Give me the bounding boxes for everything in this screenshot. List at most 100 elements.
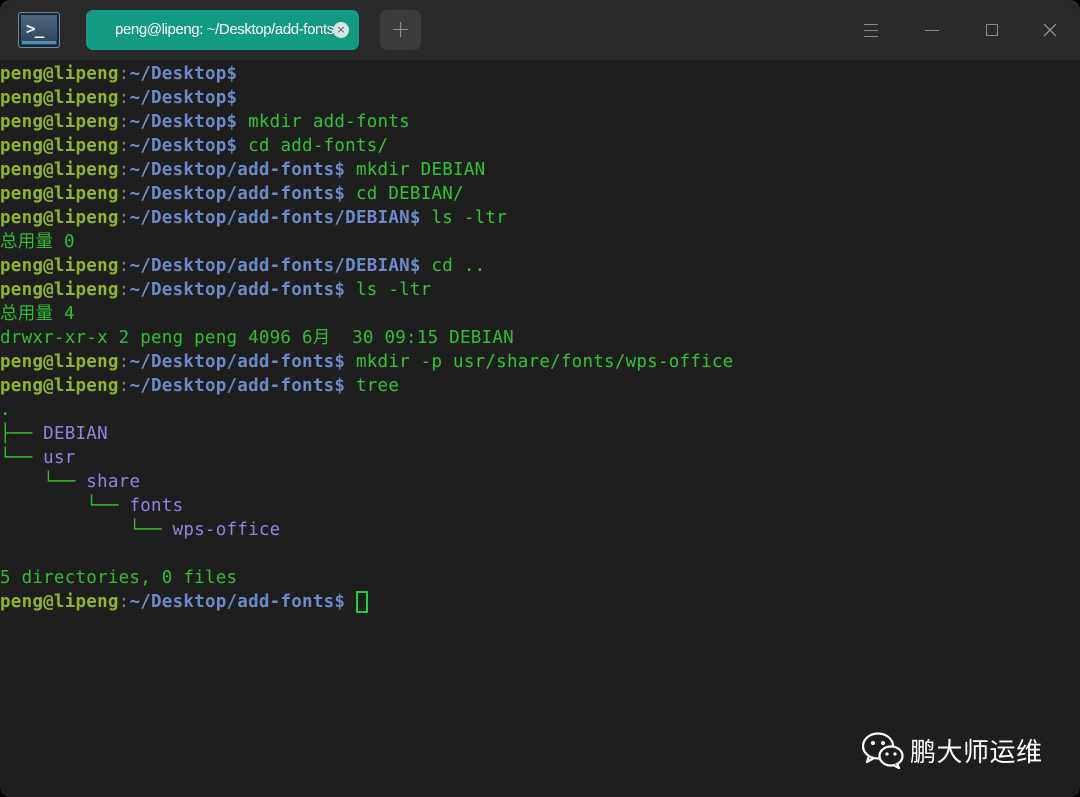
watermark: 鹏大师运维 <box>862 728 1043 772</box>
prompt-user: peng@lipeng <box>0 112 119 132</box>
output-line: 总用量 0 <box>0 230 1080 254</box>
tree-directory: usr <box>43 448 76 468</box>
prompt-user: peng@lipeng <box>0 136 119 156</box>
terminal-lines: peng@lipeng:~/Desktop$ peng@lipeng:~/Desk… <box>0 62 1080 398</box>
tree-directory: share <box>86 472 141 492</box>
title-bar: >_ peng@lipeng: ~/Desktop/add-fonts × + <box>0 0 1080 60</box>
prompt-path: ~/Desktop$ <box>129 136 238 156</box>
tree-line: . <box>0 398 1080 422</box>
prompt-separator: : <box>118 112 130 132</box>
prompt-user: peng@lipeng <box>0 184 119 204</box>
prompt-user: peng@lipeng <box>0 256 119 276</box>
prompt-path: ~/Desktop$ <box>129 64 238 84</box>
command-text: cd add-fonts/ <box>237 136 389 156</box>
tree-branch: └── <box>0 520 173 540</box>
wechat-icon <box>862 732 904 769</box>
tree-line: ├── DEBIAN <box>0 422 1080 446</box>
terminal-output[interactable]: peng@lipeng:~/Desktop$ peng@lipeng:~/Desk… <box>0 62 1080 797</box>
prompt-separator: : <box>118 256 130 276</box>
prompt-user: peng@lipeng <box>0 160 119 180</box>
minimize-icon[interactable] <box>917 15 947 45</box>
tree-directory: fonts <box>129 496 184 516</box>
prompt-path: ~/Desktop/add-fonts$ <box>129 376 346 396</box>
maximize-icon[interactable] <box>977 15 1007 45</box>
command-text: mkdir -p usr/share/fonts/wps-office <box>345 352 734 372</box>
output-line: 总用量 4 <box>0 302 1080 326</box>
prompt-line: peng@lipeng:~/Desktop/add-fonts$ ls -ltr <box>0 278 1080 302</box>
tree-branch: └── <box>0 472 87 492</box>
prompt-separator: : <box>118 64 130 84</box>
tree-line: └── fonts <box>0 494 1080 518</box>
prompt-path: ~/Desktop/add-fonts/DEBIAN$ <box>129 256 421 276</box>
prompt-line: peng@lipeng:~/Desktop$ <box>0 62 1080 86</box>
prompt-path: ~/Desktop/add-fonts$ <box>129 592 346 612</box>
prompt-line: peng@lipeng:~/Desktop/add-fonts/DEBIAN$ … <box>0 206 1080 230</box>
final-prompt: peng@lipeng:~/Desktop/add-fonts$ <box>0 590 1080 614</box>
prompt-line: peng@lipeng:~/Desktop/add-fonts$ mkdir -… <box>0 350 1080 374</box>
tab-close-icon[interactable]: × <box>333 22 349 38</box>
prompt-line: peng@lipeng:~/Desktop$ cd add-fonts/ <box>0 134 1080 158</box>
prompt-path: ~/Desktop$ <box>129 88 238 108</box>
prompt-separator: : <box>118 280 130 300</box>
command-text: cd DEBIAN/ <box>345 184 464 204</box>
watermark-text: 鹏大师运维 <box>910 737 1043 768</box>
tree-directory: wps-office <box>172 520 281 540</box>
command-output: drwxr-xr-x 2 peng peng 4096 6月 30 09:15 … <box>0 328 514 348</box>
tree-summary: 5 directories, 0 files <box>0 568 238 588</box>
prompt-user: peng@lipeng <box>0 88 119 108</box>
command-text: ls -ltr <box>420 208 507 228</box>
tree-branch: . <box>0 400 11 420</box>
command-output: 总用量 0 <box>0 232 75 252</box>
prompt-separator: : <box>118 592 130 612</box>
prompt-separator: : <box>118 136 130 156</box>
prompt-path: ~/Desktop/add-fonts/DEBIAN$ <box>129 208 421 228</box>
prompt-line: peng@lipeng:~/Desktop/add-fonts$ mkdir D… <box>0 158 1080 182</box>
command-text: tree <box>345 376 400 396</box>
tab-title: peng@lipeng: ~/Desktop/add-fonts <box>115 21 334 38</box>
prompt-user: peng@lipeng <box>0 376 119 396</box>
prompt-separator: : <box>118 352 130 372</box>
command-text: mkdir DEBIAN <box>345 160 486 180</box>
output-line: drwxr-xr-x 2 peng peng 4096 6月 30 09:15 … <box>0 326 1080 350</box>
tree-line: └── usr <box>0 446 1080 470</box>
prompt-path: ~/Desktop$ <box>129 112 238 132</box>
command-text: cd .. <box>420 256 486 276</box>
command-text: mkdir add-fonts <box>237 112 410 132</box>
menu-icon[interactable] <box>856 15 886 45</box>
prompt-path: ~/Desktop/add-fonts$ <box>129 184 346 204</box>
close-icon[interactable] <box>1035 15 1065 45</box>
command-text: ls -ltr <box>345 280 432 300</box>
prompt-line: peng@lipeng:~/Desktop/add-fonts$ cd DEBI… <box>0 182 1080 206</box>
prompt-user: peng@lipeng <box>0 592 119 612</box>
prompt-line: peng@lipeng:~/Desktop/add-fonts/DEBIAN$ … <box>0 254 1080 278</box>
prompt-line: peng@lipeng:~/Desktop$ <box>0 86 1080 110</box>
prompt-user: peng@lipeng <box>0 208 119 228</box>
terminal-app-icon: >_ <box>18 12 60 48</box>
prompt-user: peng@lipeng <box>0 64 119 84</box>
tree-branch: └── <box>0 448 44 468</box>
prompt-line: peng@lipeng:~/Desktop/add-fonts$ tree <box>0 374 1080 398</box>
new-tab-button[interactable]: + <box>380 10 421 50</box>
prompt-separator: : <box>118 160 130 180</box>
prompt-separator: : <box>118 208 130 228</box>
tree-directory: DEBIAN <box>43 424 108 444</box>
tree-line: └── share <box>0 470 1080 494</box>
prompt-path: ~/Desktop/add-fonts$ <box>129 280 346 300</box>
terminal-window: >_ peng@lipeng: ~/Desktop/add-fonts × + … <box>0 0 1080 797</box>
prompt-path: ~/Desktop/add-fonts$ <box>129 352 346 372</box>
prompt-line: peng@lipeng:~/Desktop$ mkdir add-fonts <box>0 110 1080 134</box>
tree-branch: ├── <box>0 424 44 444</box>
prompt-path: ~/Desktop/add-fonts$ <box>129 160 346 180</box>
tab-active[interactable]: peng@lipeng: ~/Desktop/add-fonts × <box>86 10 359 50</box>
tree-line: └── wps-office <box>0 518 1080 542</box>
prompt-separator: : <box>118 376 130 396</box>
prompt-user: peng@lipeng <box>0 280 119 300</box>
command-output: 总用量 4 <box>0 304 75 324</box>
tree-output: . ├── DEBIAN └── usr └── share └── fonts └… <box>0 398 1080 542</box>
prompt-separator: : <box>118 88 130 108</box>
tree-branch: └── <box>0 496 130 516</box>
prompt-user: peng@lipeng <box>0 352 119 372</box>
text-cursor <box>355 591 368 613</box>
prompt-separator: : <box>118 184 130 204</box>
